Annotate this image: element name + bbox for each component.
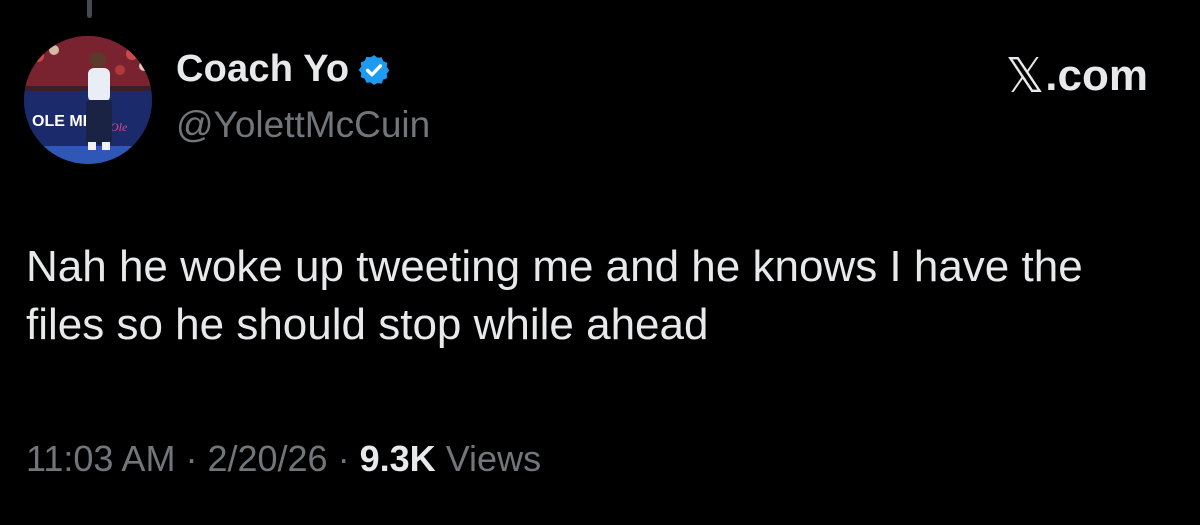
x-logo-icon: 𝕏 [1005, 48, 1045, 104]
watermark-suffix: .com [1045, 51, 1148, 100]
avatar[interactable]: OLE MI Ole [24, 36, 152, 164]
author-display-name[interactable]: Coach Yo [176, 48, 349, 91]
meta-separator: · [337, 438, 350, 479]
verified-badge-icon [359, 54, 390, 85]
tweet-time[interactable]: 11:03 AM [26, 438, 175, 479]
thread-connector-line [87, 0, 92, 18]
tweet-date[interactable]: 2/20/26 [207, 438, 327, 479]
views-count[interactable]: 9.3K [360, 438, 436, 479]
tweet-meta: 11:03 AM · 2/20/26 · 9.3K Views [26, 438, 541, 480]
avatar-script-text: Ole [110, 120, 128, 134]
avatar-photo: OLE MI Ole [24, 36, 152, 164]
x-com-watermark: 𝕏 .com [1006, 48, 1148, 104]
views-label: Views [445, 438, 542, 479]
author-handle[interactable]: @YolettMcCuin [176, 104, 430, 146]
avatar-banner-text: OLE MI [32, 113, 87, 130]
meta-separator: · [185, 438, 198, 479]
author-name-row[interactable]: Coach Yo [176, 48, 391, 91]
tweet-text: Nah he woke up tweeting me and he knows … [26, 242, 1083, 349]
